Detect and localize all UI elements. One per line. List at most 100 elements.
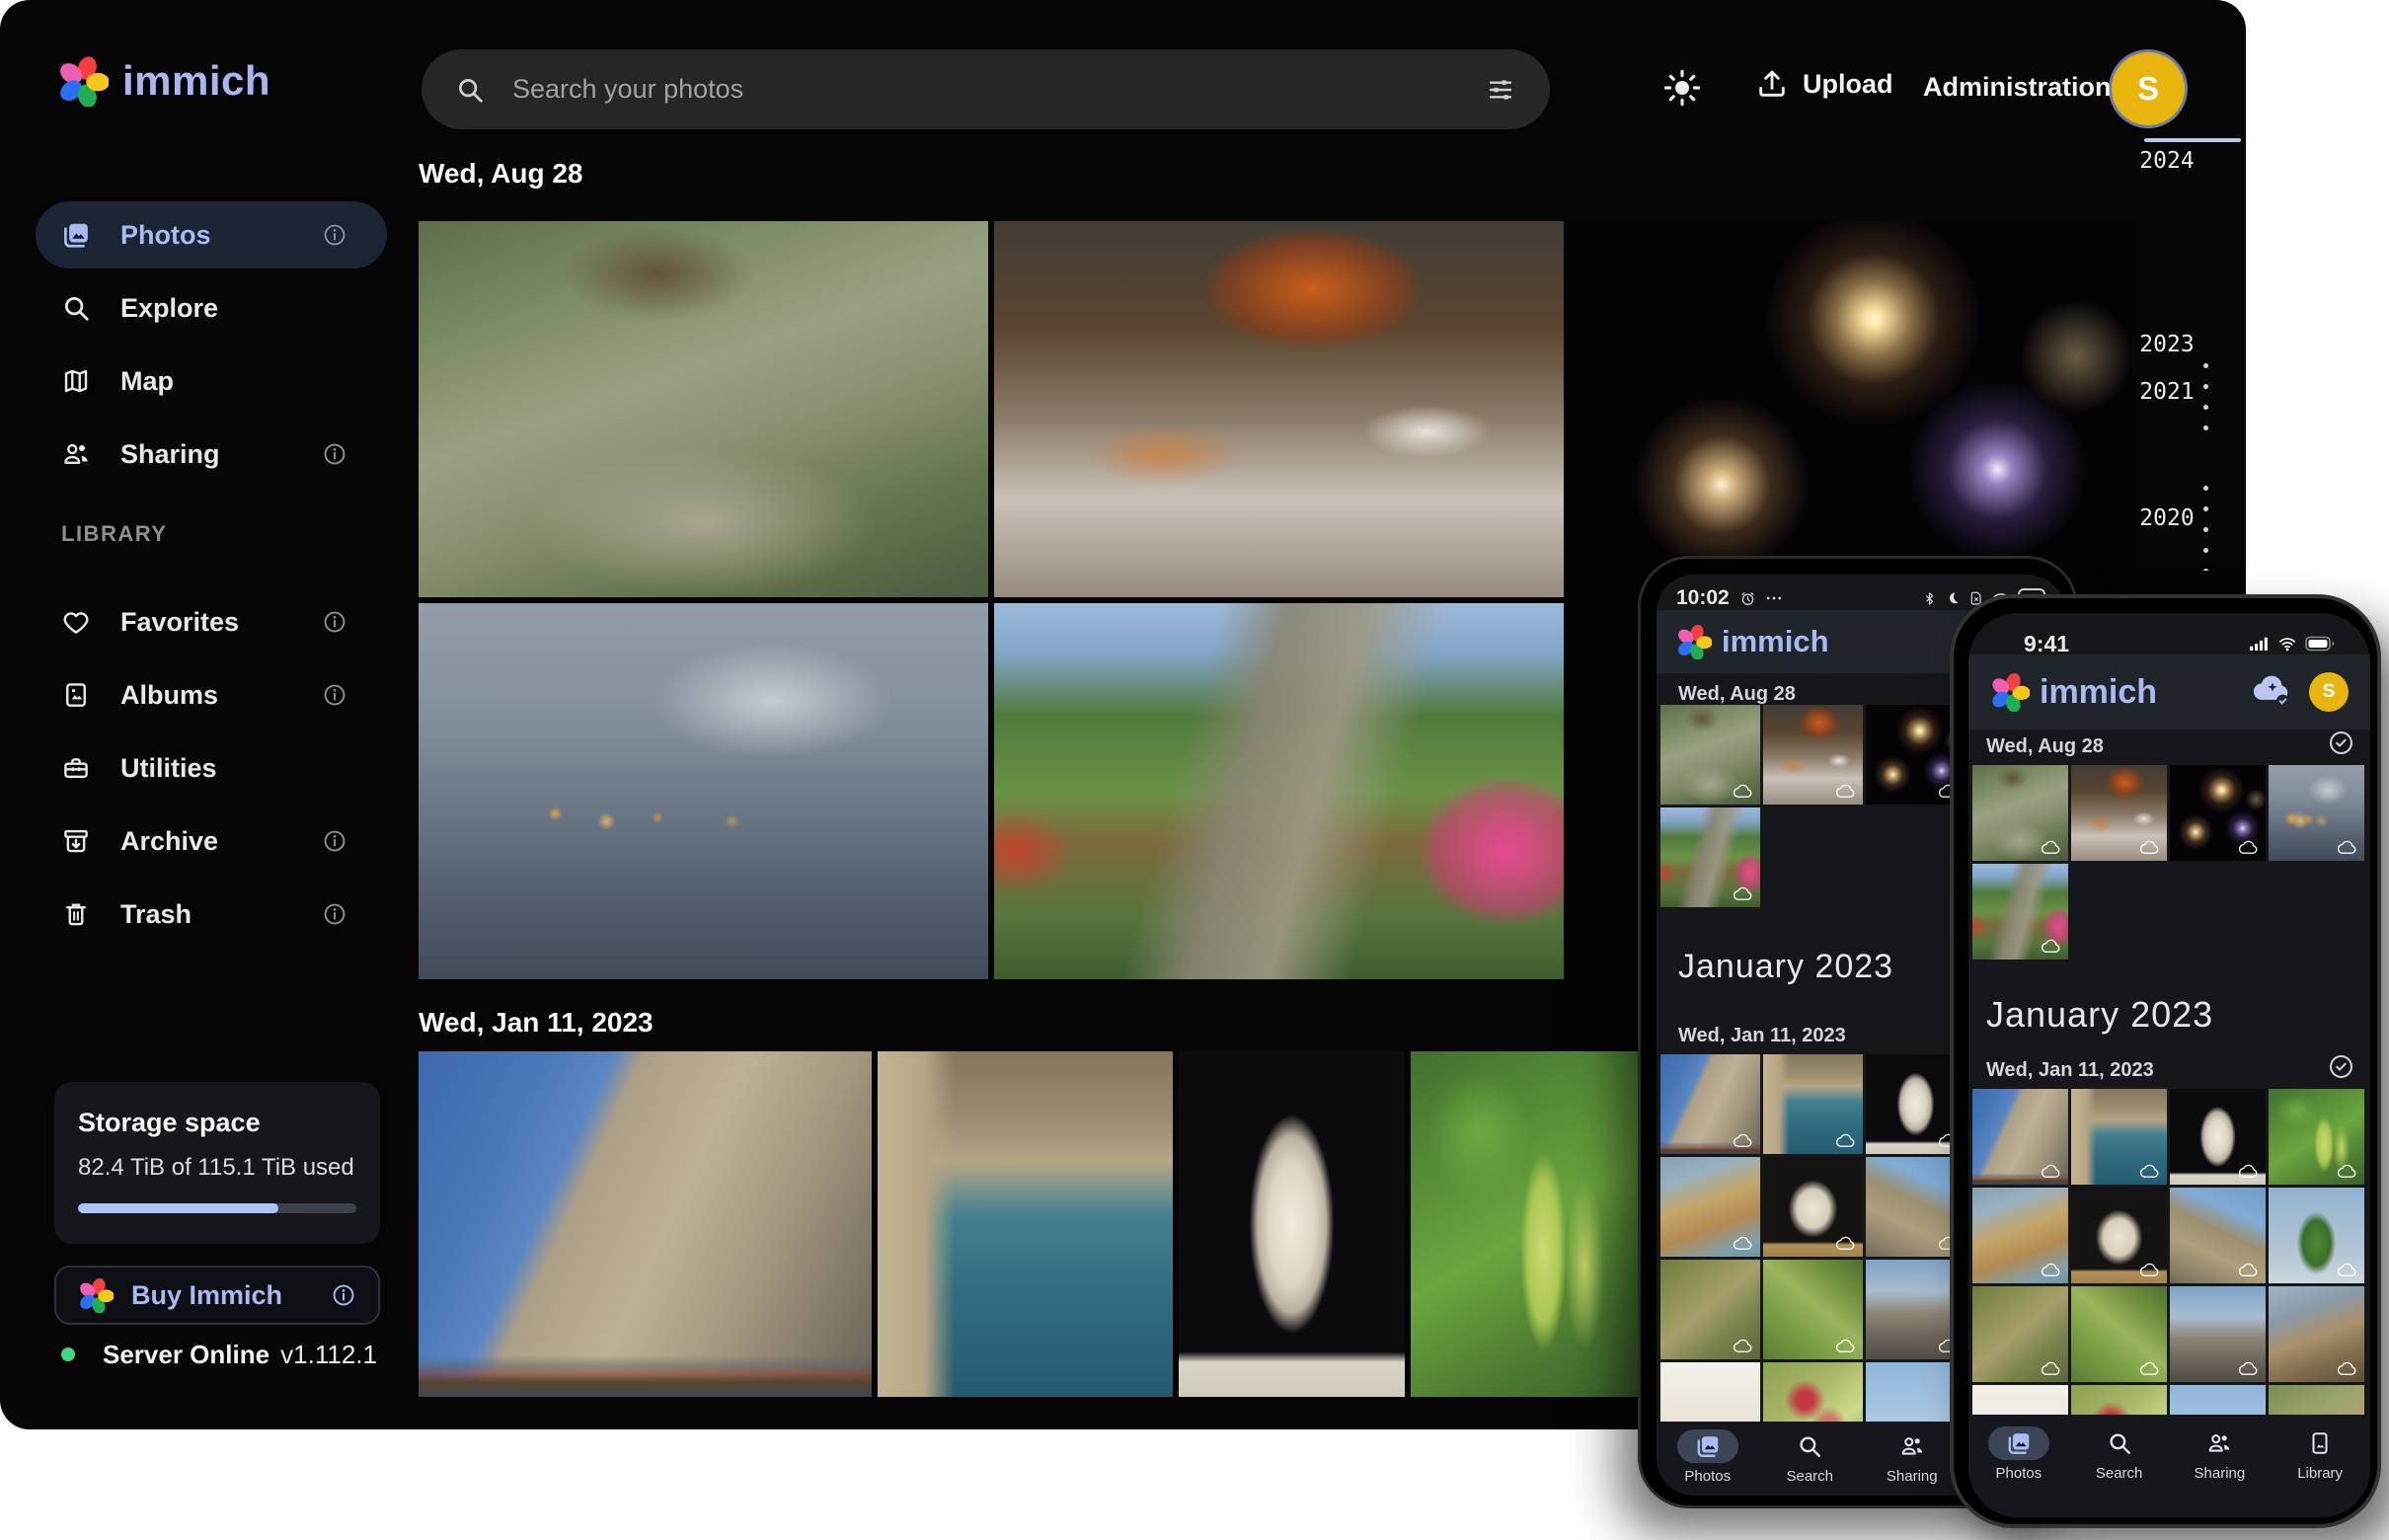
thumb-autumn-dinner[interactable] — [2071, 765, 2167, 861]
timeline-scrub-indicator[interactable] — [2144, 138, 2241, 142]
info-icon[interactable] — [322, 682, 347, 708]
cloud-sync-icon — [2041, 938, 2062, 954]
thumb-marble-sculpture[interactable] — [2071, 1188, 2167, 1283]
thumb-marble-bust[interactable] — [2170, 1089, 2266, 1185]
cloud-sync-icon — [1835, 1338, 1857, 1353]
thumb-sea-grapes[interactable] — [2269, 1089, 2364, 1185]
nav-item-library[interactable]: Library — [2275, 1426, 2364, 1482]
thumb-green-tree[interactable] — [2269, 1188, 2364, 1283]
info-icon[interactable] — [322, 441, 347, 467]
sidebar-item-explore[interactable]: Explore — [36, 274, 387, 342]
search-input[interactable] — [510, 73, 1485, 106]
theme-toggle-button[interactable] — [1661, 67, 1703, 109]
upload-button[interactable]: Upload — [1755, 67, 1893, 101]
sidebar-item-favorites[interactable]: Favorites — [36, 588, 387, 655]
thumb-beach-cliff[interactable] — [1972, 1188, 2068, 1283]
photo-sea-grape-plant[interactable] — [1411, 1051, 1640, 1397]
nav-label: Search — [1786, 1468, 1833, 1485]
timeline-year-2024[interactable]: 2024 — [2132, 148, 2201, 174]
thumb-holding-hands[interactable] — [2269, 765, 2364, 861]
thumb-zoo-monkeys[interactable] — [1972, 765, 2068, 861]
thumb-wooden-house[interactable] — [2269, 1286, 2364, 1382]
thumb-beach-cliff[interactable] — [1660, 1157, 1760, 1257]
photo-marble-bust[interactable] — [1179, 1051, 1405, 1397]
search-icon — [2107, 1430, 2132, 1456]
user-avatar[interactable]: S — [2309, 672, 2349, 712]
timeline-year-2020[interactable]: 2020 — [2132, 505, 2201, 531]
date-header-aug28: Wed, Aug 28 — [419, 158, 582, 190]
search-icon — [1797, 1433, 1822, 1459]
thumb-church-tower[interactable] — [2170, 1286, 2266, 1382]
trash-icon — [61, 899, 91, 929]
info-icon[interactable] — [322, 828, 347, 854]
nav-label: Sharing — [1887, 1468, 1938, 1485]
info-icon[interactable] — [322, 901, 347, 927]
administration-link[interactable]: Administration — [1923, 72, 2112, 103]
nav-item-photos[interactable]: Photos — [1663, 1429, 1752, 1485]
sidebar-item-label: Photos — [120, 220, 211, 251]
immich-flower-icon — [1990, 672, 2030, 712]
cloud-sync-icon — [2238, 1360, 2260, 1376]
cloud-sync-icon — [2139, 1360, 2161, 1376]
info-icon[interactable] — [322, 222, 347, 248]
alarm-icon — [1739, 590, 1756, 607]
sidebar-item-archive[interactable]: Archive — [36, 808, 387, 875]
search-icon — [61, 293, 91, 323]
nav-item-sharing[interactable]: Sharing — [2175, 1426, 2264, 1482]
thumb-lizard-closeup[interactable] — [1972, 1286, 2068, 1382]
thumb-fortress-walls[interactable] — [1660, 1054, 1760, 1154]
photo-zoo-monkeys[interactable] — [419, 221, 988, 597]
timeline-year-2023[interactable]: 2023 — [2132, 332, 2201, 357]
wifi-icon — [2277, 636, 2297, 652]
thumb-ruined-wall[interactable] — [2170, 1188, 2266, 1283]
thumb-fortress-walls[interactable] — [1972, 1089, 2068, 1185]
sidebar-item-albums[interactable]: Albums — [36, 661, 387, 729]
info-icon[interactable] — [322, 609, 347, 635]
thumb-marble-sculpture[interactable] — [1763, 1157, 1863, 1257]
search-bar[interactable] — [422, 49, 1550, 129]
sidebar-item-utilities[interactable]: Utilities — [36, 734, 387, 802]
thumb-coastal-town[interactable] — [1763, 1054, 1863, 1154]
thumb-lizard-moss[interactable] — [1763, 1260, 1863, 1359]
thumb-lizard-moss[interactable] — [2071, 1286, 2167, 1382]
photo-fireworks[interactable] — [1570, 221, 2132, 597]
thumb-fireworks[interactable] — [2170, 765, 2266, 861]
upload-icon — [1755, 67, 1789, 101]
nav-item-search[interactable]: Search — [1765, 1429, 1854, 1485]
sidebar-item-map[interactable]: Map — [36, 347, 387, 415]
toolbox-icon — [61, 753, 91, 783]
nav-item-sharing[interactable]: Sharing — [1868, 1429, 1957, 1485]
timeline-year-2021[interactable]: 2021 — [2132, 379, 2201, 405]
thumb-coastal-town[interactable] — [2071, 1089, 2167, 1185]
buy-immich-button[interactable]: Buy Immich — [54, 1266, 380, 1325]
photo-holding-hands[interactable] — [419, 603, 988, 979]
photo-autumn-dinner-table[interactable] — [994, 221, 1564, 597]
info-icon[interactable] — [331, 1282, 356, 1308]
photo-fortress-walls[interactable] — [419, 1051, 872, 1397]
sidebar-item-sharing[interactable]: Sharing — [36, 421, 387, 488]
app-logo[interactable]: immich — [57, 55, 270, 107]
search-filter-icon[interactable] — [1485, 74, 1516, 106]
bluetooth-icon — [1922, 590, 1937, 607]
signal-bars-icon — [2248, 636, 2270, 652]
photo-coastal-town[interactable] — [878, 1051, 1173, 1397]
nav-item-photos[interactable]: Photos — [1974, 1426, 2063, 1482]
sidebar-item-trash[interactable]: Trash — [36, 881, 387, 948]
thumb-lizard-closeup[interactable] — [1660, 1260, 1760, 1359]
thumb-zoo-monkeys[interactable] — [1660, 705, 1760, 805]
sun-icon — [1661, 67, 1703, 109]
library-section-label: LIBRARY — [61, 521, 167, 547]
select-all-icon[interactable] — [2328, 1053, 2354, 1080]
sidebar-item-photos[interactable]: Photos — [36, 201, 387, 269]
server-version: v1.112.1 — [280, 1340, 377, 1370]
user-avatar[interactable]: S — [2112, 52, 2185, 125]
thumb-autumn-dinner[interactable] — [1763, 705, 1863, 805]
photo-garden-path-flowers[interactable] — [994, 603, 1564, 979]
nav-item-search[interactable]: Search — [2075, 1426, 2164, 1482]
phone2-screen: 9:41 immich S Wed, Aug 28 — [1968, 613, 2370, 1517]
thumb-garden-path[interactable] — [1972, 864, 2068, 960]
storage-space-card: Storage space 82.4 TiB of 115.1 TiB used — [54, 1082, 380, 1244]
select-all-icon[interactable] — [2328, 730, 2354, 756]
thumb-garden-path[interactable] — [1660, 808, 1760, 907]
cloud-backup-icon[interactable] — [2252, 675, 2293, 709]
